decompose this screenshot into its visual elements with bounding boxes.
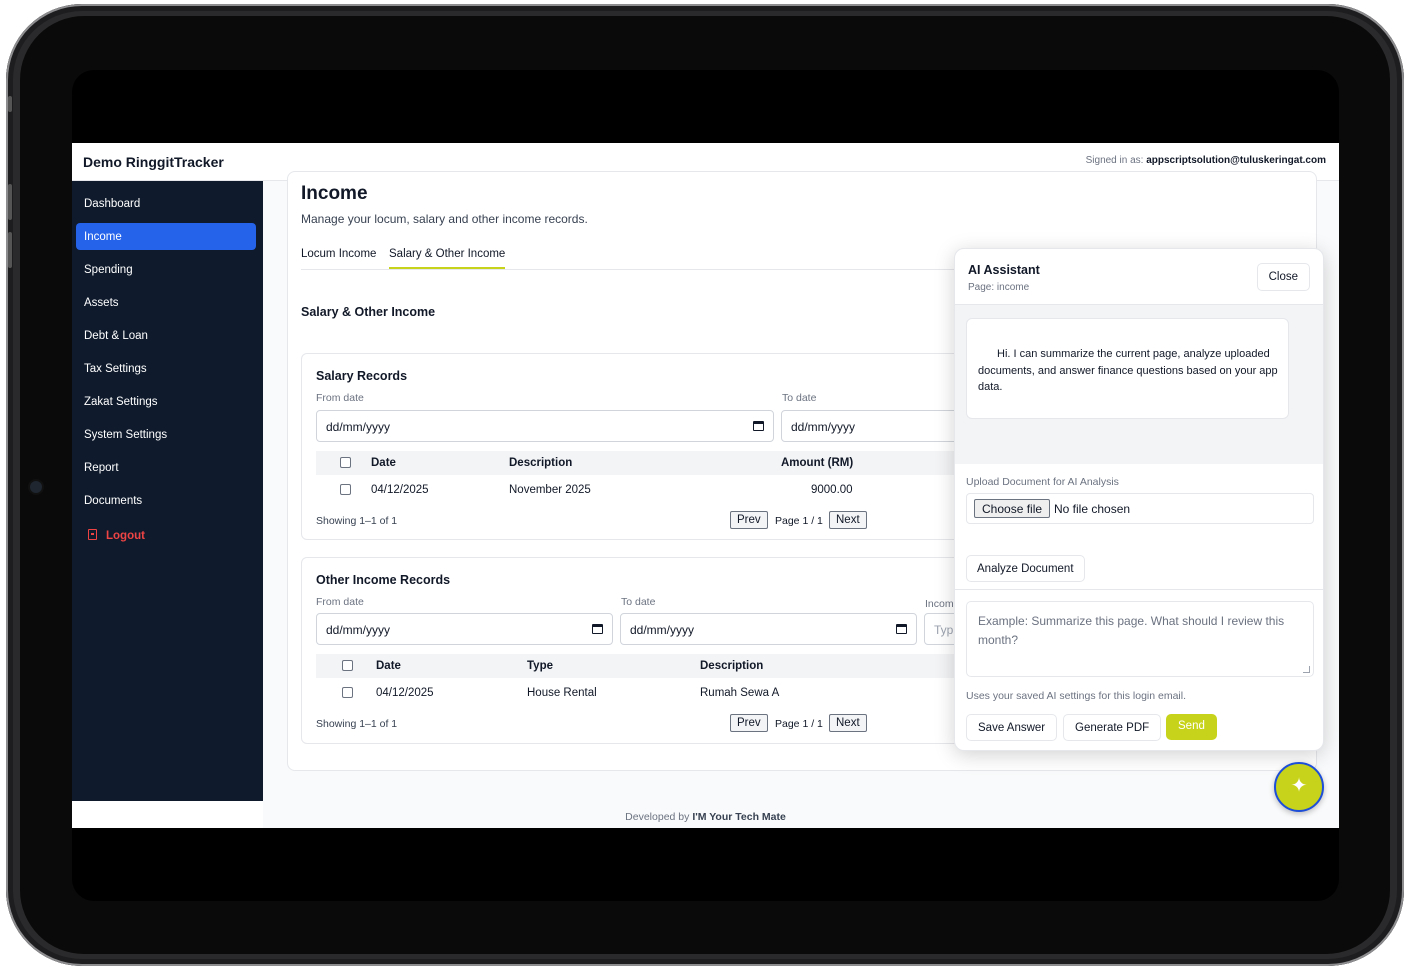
sidebar-item-debt-loan[interactable]: Debt & Loan [76, 322, 256, 349]
salary-table-header: Date Description Amount (RM) [316, 451, 976, 475]
other-to-date-value: dd/mm/yyyy [630, 623, 695, 637]
camera [30, 481, 42, 493]
ai-greeting-message: Hi. I can summarize the current page, an… [966, 318, 1289, 419]
tab-salary-other-income[interactable]: Salary & Other Income [389, 248, 506, 269]
sidebar-item-tax-settings[interactable]: Tax Settings [76, 355, 256, 382]
other-to-label: To date [621, 596, 656, 608]
other-to-date-input[interactable]: dd/mm/yyyy [620, 613, 917, 645]
other-col-description[interactable]: Description [700, 660, 763, 672]
salary-showing-count: Showing 1–1 of 1 [316, 515, 398, 527]
screen: Demo RinggitTracker Signed in as: appscr… [72, 70, 1339, 901]
other-select-all-checkbox[interactable] [342, 660, 353, 671]
other-col-type[interactable]: Type [527, 660, 553, 672]
salary-col-description[interactable]: Description [509, 457, 572, 469]
other-table-header: Date Type Description [316, 654, 976, 678]
footer-prefix: Developed by [625, 811, 690, 823]
file-status: No file chosen [1054, 502, 1131, 516]
choose-file-button[interactable]: Choose file [974, 499, 1051, 518]
other-income-title: Other Income Records [316, 573, 451, 587]
salary-from-label: From date [316, 392, 364, 404]
logout-icon [88, 529, 97, 540]
salary-next-button[interactable]: Next [829, 511, 867, 529]
row-date: 04/12/2025 [376, 687, 434, 699]
ai-prompt-textarea[interactable]: Example: Summarize this page. What shoul… [966, 601, 1314, 677]
tab-locum-income[interactable]: Locum Income [301, 248, 376, 267]
row-checkbox[interactable] [340, 484, 351, 495]
sidebar-item-income[interactable]: Income [76, 223, 256, 250]
send-button[interactable]: Send [1166, 714, 1217, 740]
salary-from-date-value: dd/mm/yyyy [326, 420, 391, 434]
other-income-panel: Other Income Records From date To date I… [301, 557, 1021, 744]
ai-title: AI Assistant [968, 263, 1040, 277]
generate-pdf-button[interactable]: Generate PDF [1063, 714, 1162, 741]
salary-select-all-checkbox[interactable] [340, 457, 351, 468]
other-prev-button[interactable]: Prev [730, 714, 768, 732]
page-title: Income [301, 183, 368, 204]
row-description: Rumah Sewa A [700, 687, 780, 699]
ai-assistant-fab[interactable]: ✦ [1274, 762, 1324, 812]
calendar-icon[interactable] [896, 624, 907, 634]
app-window: Demo RinggitTracker Signed in as: appscr… [72, 143, 1339, 828]
ai-page-label: Page: income [968, 282, 1030, 293]
sidebar: Dashboard Income Spending Assets Debt & … [72, 181, 263, 801]
signed-in-label: Signed in as: [1085, 155, 1144, 166]
other-from-date-input[interactable]: dd/mm/yyyy [316, 613, 613, 645]
ai-settings-note: Uses your saved AI settings for this log… [966, 690, 1187, 702]
salary-page-indicator: Page 1 / 1 [775, 515, 823, 527]
row-type: House Rental [527, 687, 597, 699]
side-button [8, 96, 12, 112]
salary-col-amount[interactable]: Amount (RM) [781, 457, 853, 469]
other-showing-count: Showing 1–1 of 1 [316, 718, 398, 730]
app-brand[interactable]: Demo RinggitTracker [83, 154, 224, 170]
analyze-document-button[interactable]: Analyze Document [966, 555, 1085, 582]
page-subtitle: Manage your locum, salary and other inco… [301, 212, 588, 226]
salary-from-date-input[interactable]: dd/mm/yyyy [316, 410, 774, 442]
other-from-label: From date [316, 596, 364, 608]
salary-records-panel: Salary Records From date To date dd/mm/y… [301, 353, 1041, 540]
sidebar-item-report[interactable]: Report [76, 454, 256, 481]
sidebar-item-dashboard[interactable]: Dashboard [76, 190, 256, 217]
salary-to-label: To date [782, 392, 817, 404]
salary-col-date[interactable]: Date [371, 457, 396, 469]
salary-records-title: Salary Records [316, 369, 408, 383]
sidebar-item-spending[interactable]: Spending [76, 256, 256, 283]
footer-link[interactable]: I'M Your Tech Mate [692, 811, 786, 823]
signed-in-info: Signed in as: appscriptsolution@tulusker… [1086, 155, 1326, 166]
other-col-date[interactable]: Date [376, 660, 401, 672]
sidebar-item-zakat-settings[interactable]: Zakat Settings [76, 388, 256, 415]
logout-label: Logout [106, 530, 145, 542]
volume-up-button [8, 184, 12, 220]
signed-in-email: appscriptsolution@tuluskeringat.com [1146, 155, 1326, 166]
other-page-indicator: Page 1 / 1 [775, 718, 823, 730]
ai-divider [955, 589, 1323, 590]
ai-close-button[interactable]: Close [1256, 263, 1310, 291]
row-amount: 9000.00 [811, 484, 853, 496]
row-checkbox[interactable] [342, 687, 353, 698]
ai-upload-label: Upload Document for AI Analysis [966, 476, 1119, 488]
section-title: Salary & Other Income [301, 305, 436, 319]
sidebar-item-logout[interactable]: Logout [76, 521, 256, 548]
other-type-placeholder: Typ [934, 623, 954, 637]
salary-to-date-value: dd/mm/yyyy [791, 420, 856, 434]
row-description: November 2025 [509, 484, 591, 496]
save-answer-button[interactable]: Save Answer [966, 714, 1058, 741]
sidebar-item-assets[interactable]: Assets [76, 289, 256, 316]
calendar-icon[interactable] [592, 624, 603, 634]
calendar-icon[interactable] [753, 421, 764, 431]
sidebar-item-system-settings[interactable]: System Settings [76, 421, 256, 448]
salary-prev-button[interactable]: Prev [730, 511, 768, 529]
row-date: 04/12/2025 [371, 484, 429, 496]
other-type-label: Incom [925, 598, 954, 610]
sidebar-item-documents[interactable]: Documents [76, 487, 256, 514]
other-from-date-value: dd/mm/yyyy [326, 623, 391, 637]
file-input[interactable]: Choose file No file chosen [966, 493, 1314, 524]
other-next-button[interactable]: Next [829, 714, 867, 732]
sparkle-icon: ✦ [1290, 775, 1308, 797]
footer: Developed by I'M Your Tech Mate [72, 811, 1339, 823]
volume-down-button [8, 232, 12, 268]
ai-chat-area: Hi. I can summarize the current page, an… [955, 304, 1323, 464]
ai-assistant-panel: AI Assistant Page: income Close Hi. I ca… [954, 248, 1324, 751]
